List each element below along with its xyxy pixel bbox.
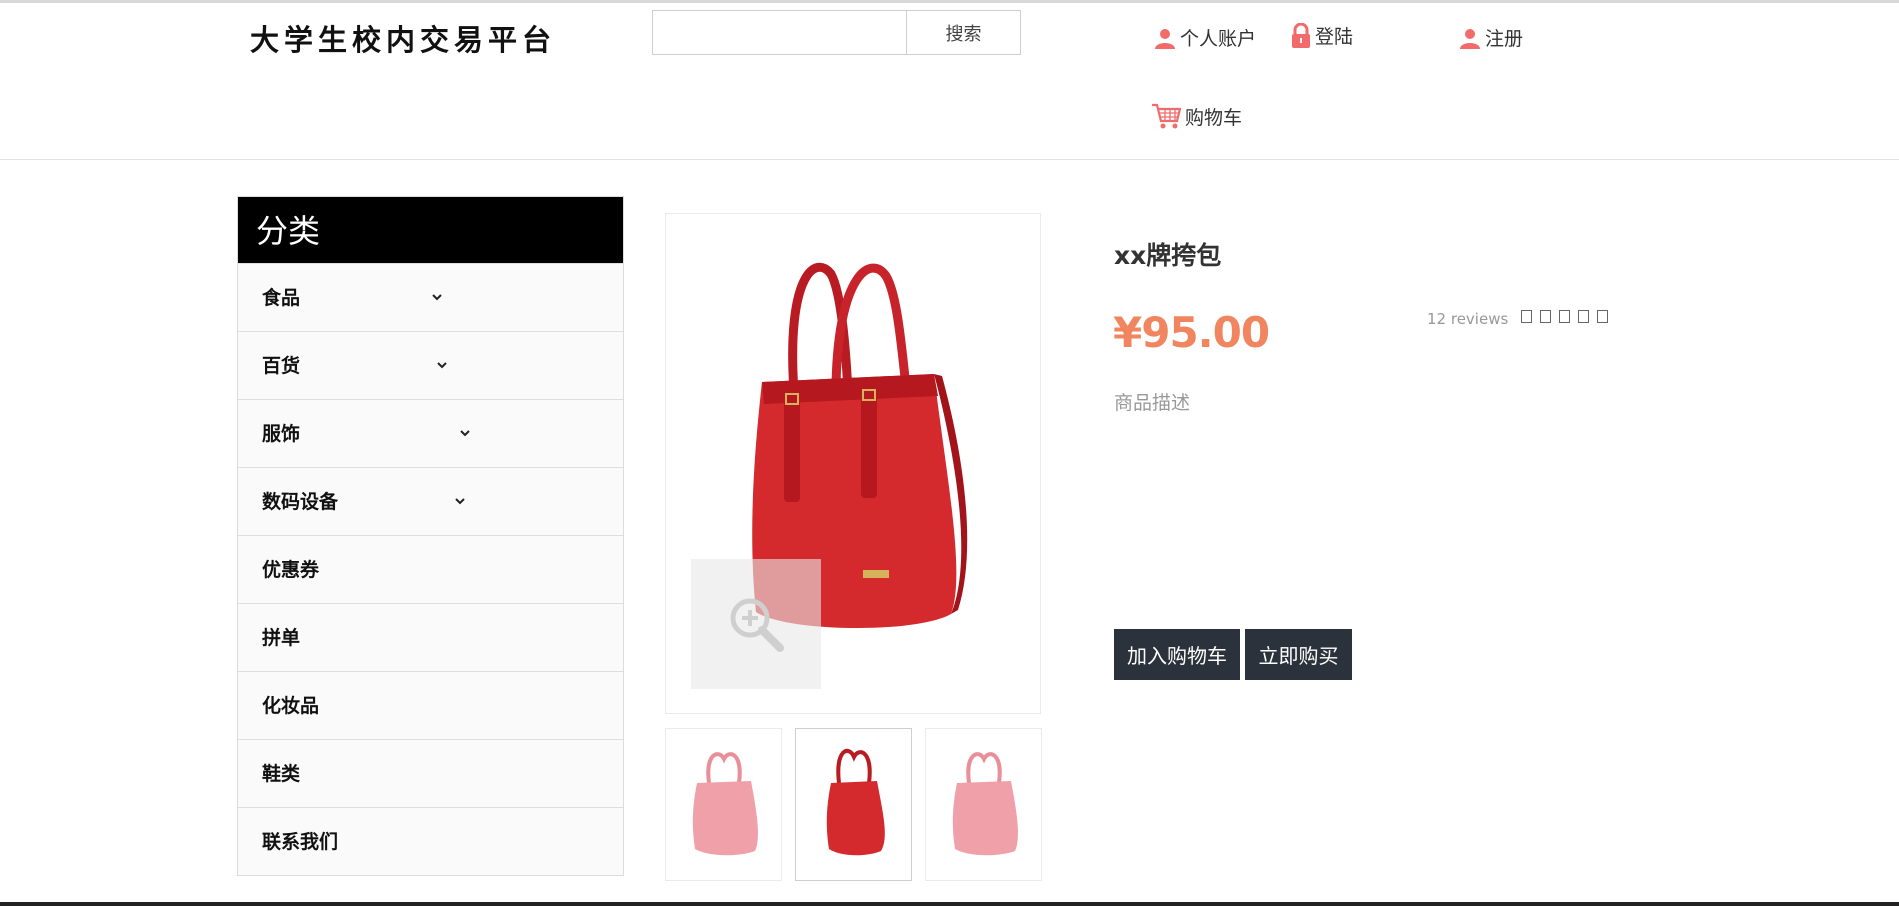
chevron-down-icon [455,498,465,505]
category-item-shoes[interactable]: 鞋类 [238,739,623,807]
category-item-contact[interactable]: 联系我们 [238,807,623,875]
category-item-food[interactable]: 食品 [238,263,623,331]
category-label: 联系我们 [262,831,339,853]
star-icon [1578,310,1589,323]
search-button[interactable]: 搜索 [906,10,1021,55]
user-icon [1154,27,1176,49]
bottom-rule [0,902,1899,906]
category-item-coupons[interactable]: 优惠券 [238,535,623,603]
category-label: 化妆品 [262,695,320,717]
category-item-apparel[interactable]: 服饰 [238,399,623,467]
add-to-cart-button[interactable]: 加入购物车 [1114,629,1240,680]
register-link[interactable]: 注册 [1459,24,1523,51]
sidebar-title: 分类 [238,197,623,263]
cart-link[interactable]: 购物车 [1151,102,1242,130]
lock-icon [1291,22,1311,49]
site-logo[interactable]: 大学生校内交易平台 [250,17,556,59]
product-thumbnail[interactable] [925,728,1042,881]
site-header: 大学生校内交易平台 搜索 个人账户 登陆 注册 购物车 [0,3,1899,160]
product-main-image[interactable] [665,213,1041,714]
search-input[interactable] [652,10,906,55]
account-link[interactable]: 个人账户 [1154,24,1256,51]
chevron-down-icon [460,430,470,437]
product-description: 商品描述 [1114,392,1191,414]
star-icon [1559,310,1570,323]
rating-stars [1521,310,1608,323]
category-label: 数码设备 [262,491,339,513]
register-link-label: 注册 [1485,28,1524,50]
user-icon [1459,27,1481,49]
category-label: 百货 [262,355,301,377]
category-label: 鞋类 [262,763,301,785]
product-thumbnail[interactable] [665,728,782,881]
reviews-link[interactable]: 12 reviews [1427,310,1508,328]
account-link-label: 个人账户 [1180,28,1257,50]
product-price: ¥95.00 [1113,308,1270,357]
category-item-general[interactable]: 百货 [238,331,623,399]
thumbnail-image [826,748,885,856]
chevron-down-icon [437,362,447,369]
product-thumbnail[interactable] [795,728,912,881]
shopping-cart-icon [1151,102,1181,130]
zoom-toggle[interactable] [691,559,821,689]
star-icon [1597,310,1608,323]
product-title: xx牌挎包 [1114,241,1222,270]
star-icon [1521,310,1532,323]
category-label: 服饰 [262,423,301,445]
login-link-label: 登陆 [1315,26,1354,48]
star-icon [1540,310,1551,323]
category-label: 拼单 [262,627,301,649]
category-item-cosmetics[interactable]: 化妆品 [238,671,623,739]
category-label: 食品 [262,287,301,309]
zoom-in-icon [730,598,784,652]
category-sidebar: 分类 食品 百货 服饰 数码设备 优惠券 拼单 化妆品 鞋类 联系我们 [237,196,624,876]
chevron-down-icon [432,294,442,301]
thumbnail-image [952,752,1018,856]
category-label: 优惠券 [262,559,320,581]
thumbnail-image [692,752,758,856]
cart-link-label: 购物车 [1185,106,1243,129]
buy-now-button[interactable]: 立即购买 [1245,629,1352,680]
login-link[interactable]: 登陆 [1291,22,1353,49]
category-item-digital[interactable]: 数码设备 [238,467,623,535]
category-item-group-buy[interactable]: 拼单 [238,603,623,671]
